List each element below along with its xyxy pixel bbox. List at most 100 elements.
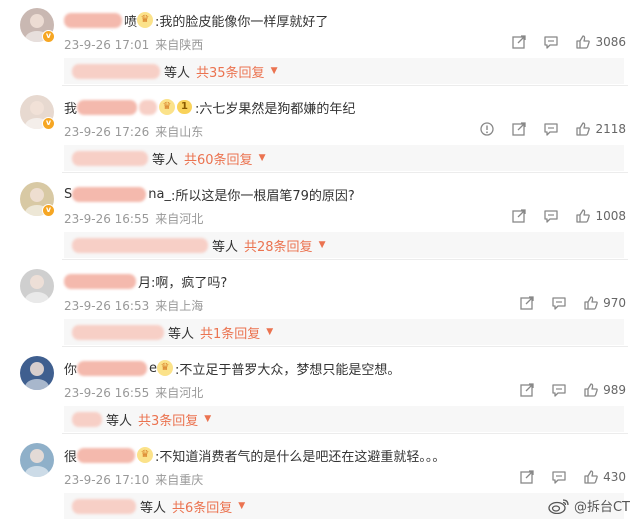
verified-badge-icon: v [42,204,55,217]
weibo-logo-icon [548,498,569,514]
comment-text: :我的脸皮能像你一样厚就好了 [155,14,329,30]
blurred-name [64,273,136,289]
comment-time: 23-9-26 16:55 [64,212,150,226]
comment-header: 我 ♛ 1 :六七岁果然是狗都嫌的年纪 [64,97,355,117]
reply-summary[interactable]: 等人 共35条回复 ▼ [64,58,624,84]
comment-icon[interactable] [551,469,567,485]
user-name-visible: 我 [64,101,78,117]
blurred-reply-users [72,498,136,514]
comment-text: :六七岁果然是狗都嫌的年纪 [194,101,356,117]
comment-text: :不立足于普罗大众，梦想只能是空想。 [175,362,401,378]
blurred-reply-users [72,150,148,166]
comment-item: 你 e ♛ :不立足于普罗大众，梦想只能是空想。 23-9-26 16:55 来自… [0,348,640,434]
avatar[interactable] [20,269,54,303]
comment-meta: 23-9-26 16:55 来自河北 [64,384,203,401]
reply-count: 共28条回复 [244,239,313,255]
comment-time: 23-9-26 16:55 [64,386,150,400]
comment-item: v 喷 ♛ :我的脸皮能像你一样厚就好了 23-9-26 17:01 来自陕西 3… [0,0,640,86]
reply-summary[interactable]: 等人 共3条回复 ▼ [64,406,624,432]
user-name[interactable]: 喷 [64,11,137,30]
comment-actions: 3086 [511,34,626,50]
comment-meta: 23-9-26 17:10 来自重庆 [64,471,203,488]
user-name-visible: 你 [64,362,78,378]
user-name[interactable]: 月 [64,272,151,291]
report-icon[interactable] [479,121,495,137]
share-icon[interactable] [511,34,527,50]
user-name[interactable]: 你 e [64,359,157,378]
reply-users-label: 等人 [212,239,239,255]
share-icon[interactable] [519,295,535,311]
comment-header: 很 ♛ :不知道消费者气的是什么是吧还在这避重就轻。。。 [64,445,445,465]
comment-icon[interactable] [551,295,567,311]
comment-icon[interactable] [543,121,559,137]
user-name-end: na_ [148,186,171,202]
reply-count: 共60条回复 [184,152,253,168]
blurred-name [64,12,122,28]
like-button[interactable]: 989 [583,382,626,398]
blurred-name [77,447,136,463]
like-icon [583,382,599,398]
comment-header: 你 e ♛ :不立足于普罗大众，梦想只能是空想。 [64,358,400,378]
comment-icon[interactable] [551,382,567,398]
avatar[interactable] [20,356,54,390]
user-name[interactable]: 我 [64,98,159,117]
blurred-reply-users [72,63,160,79]
comment-text: :不知道消费者气的是什么是吧还在这避重就轻。。。 [155,449,446,465]
user-name-end: e [149,360,158,376]
blurred-reply-users [72,411,102,427]
like-icon [583,469,599,485]
reply-summary[interactable]: 等人 共60条回复 ▼ [64,145,624,171]
like-button[interactable]: 970 [583,295,626,311]
share-icon[interactable] [511,121,527,137]
comment-meta: 23-9-26 17:26 来自山东 [64,123,203,140]
chevron-down-icon: ▼ [318,240,326,250]
like-icon [575,208,591,224]
like-count: 989 [603,383,626,397]
reply-summary[interactable]: 等人 共28条回复 ▼ [64,232,624,258]
comment-header: 喷 ♛ :我的脸皮能像你一样厚就好了 [64,10,328,30]
comment-time: 23-9-26 17:01 [64,38,150,52]
comment-location: 来自重庆 [155,473,204,487]
user-name[interactable]: S na_ [64,186,171,202]
like-button[interactable]: 1008 [575,208,626,224]
watermark: @拆台CT [548,496,630,515]
reply-summary[interactable]: 等人 共1条回复 ▼ [64,319,624,345]
comment-location: 来自山东 [155,125,204,139]
crown-badge-icon: ♛ [137,12,154,28]
comment-actions: 989 [519,382,626,398]
reply-count: 共35条回复 [196,65,265,81]
comment-location: 来自上海 [155,299,204,313]
blurred-name [77,99,138,115]
comment-actions: 970 [519,295,626,311]
chevron-down-icon: ▼ [204,414,212,424]
like-button[interactable]: 3086 [575,34,626,50]
comment-location: 来自陕西 [155,38,204,52]
comment-actions: 1008 [511,208,626,224]
comment-actions: 2118 [479,121,626,137]
comment-actions: 430 [519,469,626,485]
share-icon[interactable] [511,208,527,224]
divider [62,259,628,260]
chevron-down-icon: ▼ [258,153,266,163]
like-count: 430 [603,470,626,484]
like-button[interactable]: 430 [583,469,626,485]
like-button[interactable]: 2118 [575,121,626,137]
chevron-down-icon: ▼ [270,66,278,76]
chevron-down-icon: ▼ [266,327,274,337]
reply-summary[interactable]: 等人 共6条回复 ▼ [64,493,624,519]
comment-time: 23-9-26 16:53 [64,299,150,313]
avatar[interactable] [20,443,54,477]
share-icon[interactable] [519,469,535,485]
comment-header: 月 :啊，疯了吗? [64,271,227,291]
comment-location: 来自河北 [155,212,204,226]
comment-icon[interactable] [543,208,559,224]
user-name[interactable]: 很 [64,446,137,465]
comment-icon[interactable] [543,34,559,50]
share-icon[interactable] [519,382,535,398]
divider [62,346,628,347]
comment-meta: 23-9-26 16:53 来自上海 [64,297,203,314]
blurred-reply-users [72,324,164,340]
blurred-reply-users [72,237,208,253]
comment-text: :啊，疯了吗? [151,275,228,291]
like-icon [575,121,591,137]
